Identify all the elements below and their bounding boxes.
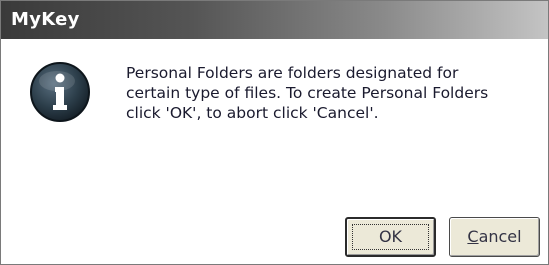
message-line: Personal Folders are folders designated … <box>126 64 459 82</box>
message-line: certain type of files. To create Persona… <box>126 84 489 102</box>
ok-button-label: OK <box>378 227 403 246</box>
dialog-message: Personal Folders are folders designated … <box>126 63 536 123</box>
message-line: click 'OK', to abort click 'Cancel'. <box>126 104 379 122</box>
ok-button[interactable]: OK <box>345 217 436 257</box>
title-bar[interactable]: MyKey <box>1 1 548 39</box>
window-title: MyKey <box>11 9 80 30</box>
cancel-mnemonic: C <box>467 227 479 246</box>
message-dialog: MyKey Personal Folders are folders desig… <box>0 0 549 265</box>
cancel-button[interactable]: Cancel <box>449 217 540 257</box>
info-icon <box>29 61 91 123</box>
cancel-button-label: ancel <box>478 227 522 246</box>
